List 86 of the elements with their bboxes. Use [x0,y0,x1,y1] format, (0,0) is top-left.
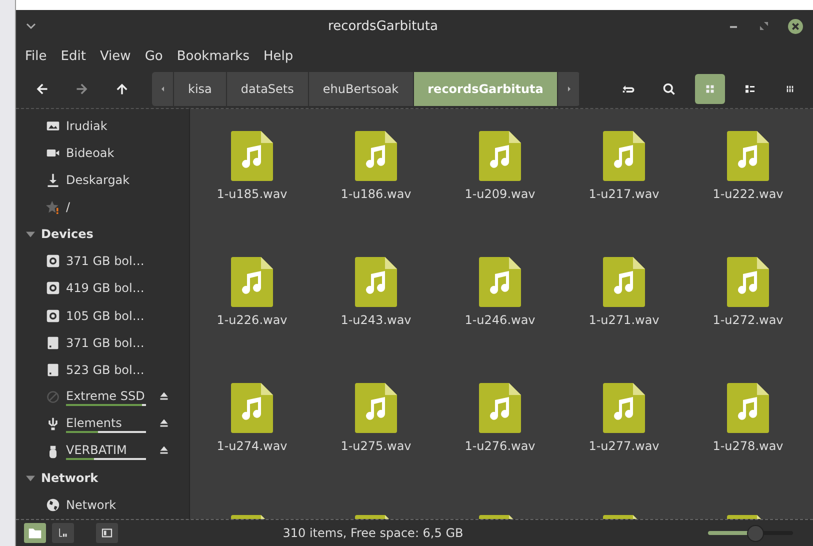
window-title: recordsGarbituta [327,18,439,34]
sidebar-item[interactable]: 371 GB bol… [16,248,189,275]
audio-file-icon [726,131,770,181]
audio-tile[interactable]: 1-u185.wav [190,131,314,257]
sidebar-item[interactable]: Network [16,492,189,519]
prohibited-icon [46,390,60,404]
menu-item[interactable]: Bookmarks [172,46,254,66]
drive-icon [46,362,60,377]
sidebar-section-header[interactable]: Network [16,465,189,492]
audio-file-icon [602,131,646,181]
audio-file-icon [726,383,770,433]
path-button[interactable]: dataSets [226,72,309,106]
star-warning-icon [46,200,60,214]
sidebar-item[interactable]: 523 GB bol… [16,356,189,384]
menu-item[interactable]: Go [140,46,168,66]
sidebar-mode-button[interactable] [52,523,74,543]
expander-icon[interactable] [26,474,35,483]
list-view-icon [744,83,756,95]
sidebar-item[interactable]: Elements [16,410,189,438]
compact-view-icon [785,84,795,94]
arrow-up-icon [115,82,129,96]
audio-tile[interactable]: 1-u276.wav [438,383,562,509]
close-icon[interactable] [788,18,803,34]
sidebar-item[interactable]: 419 GB bol… [16,274,189,302]
audio-tile[interactable]: 1-u209.wav [438,131,562,257]
menu-item[interactable]: View [94,46,136,66]
download-icon [46,173,60,187]
sidebar-section-header[interactable]: Devices [16,220,189,248]
drive-icon [46,336,60,350]
audio-tile[interactable]: 1-u277.wav [562,383,686,509]
expander-icon[interactable] [26,230,35,239]
audio-file-icon [478,257,522,307]
audio-tile[interactable]: 1-u278.wav [686,383,810,509]
audio-tile[interactable]: 1-u274.wav [190,383,314,509]
audio-file-icon [230,383,274,433]
arrow-left-icon [35,82,49,96]
audio-tile[interactable]: 1-u217.wav [562,131,686,257]
eject-icon [158,390,170,402]
folder-icon [27,526,43,540]
path-button[interactable]: kisa [174,72,227,106]
chevron-down-icon[interactable] [26,22,36,30]
audio-tile[interactable]: 1-u186.wav [314,131,438,257]
usb-icon [46,417,60,432]
audio-file-icon [354,383,398,433]
audio-file-icon [354,257,398,307]
audio-tile[interactable]: 1-u226.wav [190,257,314,383]
globe-icon [46,498,60,512]
audio-file-icon [230,257,274,307]
audio-file-icon [602,257,646,307]
search-icon [662,82,676,96]
eject-icon [158,416,170,429]
slider-thumb[interactable] [746,524,764,542]
audio-file-icon [230,131,274,181]
audio-file-icon [478,383,522,433]
picture-icon [46,118,60,133]
toggle-sidebar-button[interactable] [96,523,118,543]
path-button[interactable]: ehuBertsoak [308,72,414,106]
audio-file-icon [602,383,646,433]
sidebar-item[interactable]: Extreme SSD [16,384,189,411]
audio-tile[interactable]: 1-u222.wav [686,131,810,257]
grid-view-icon [704,83,716,95]
sidebar-item[interactable]: Bideoak [16,139,189,166]
maximize-icon[interactable] [760,22,768,30]
audio-tile[interactable]: 1-u246.wav [438,257,562,383]
sidebar-icon [101,527,113,539]
sidebar-item[interactable]: / [16,194,189,221]
menu-item[interactable]: File [20,46,52,66]
audio-file-icon [726,257,770,307]
sidebar-item[interactable]: VERBATIM [16,438,189,466]
sidebar-item[interactable]: Irudiak [16,112,189,140]
audio-file-icon [478,131,522,181]
tree-view-icon [57,527,69,539]
menu-item[interactable]: Help [258,46,298,66]
status-text: 310 items, Free space: 6,5 GB [282,526,464,540]
sidebar-item[interactable]: Deskargak [16,166,189,194]
audio-tile[interactable]: 1-u271.wav [562,257,686,383]
sidebar-item[interactable]: 105 GB bol… [16,302,189,330]
audio-tile[interactable]: 1-u272.wav [686,257,810,383]
sidebar-item[interactable]: 371 GB bol… [16,329,189,356]
zoom-slider[interactable] [708,524,793,542]
audio-tile[interactable]: 1-u275.wav [314,383,438,509]
audio-file-icon [354,131,398,181]
arrow-right-icon [75,82,89,96]
eject-icon [158,444,170,456]
audio-tile[interactable]: 1-u243.wav [314,257,438,383]
menu-item[interactable]: Edit [56,46,91,66]
